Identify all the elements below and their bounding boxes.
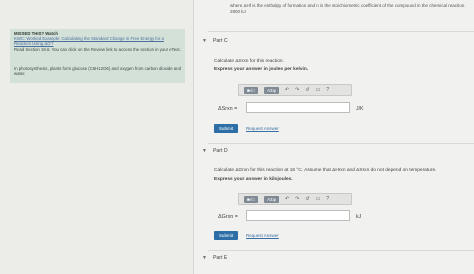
hint-link[interactable]: KWC: Worked Example: Calculating the Sta… — [14, 36, 181, 46]
top-note: where ΔHf is the enthalpy of formation a… — [230, 3, 470, 15]
part-d-header[interactable]: ▼ Part D — [202, 148, 228, 154]
top-note-text: where ΔHf is the enthalpy of formation a… — [230, 3, 466, 8]
divider — [208, 31, 474, 32]
help-icon[interactable]: ? — [326, 87, 329, 93]
part-d-question: Calculate ΔGrxn for this reaction at 16 … — [214, 168, 437, 173]
part-d-answer-label: ΔGrxn = — [218, 214, 238, 220]
part-d-answer-input[interactable] — [246, 210, 350, 221]
part-c-instruction: Express your answer in joules per kelvin… — [214, 67, 309, 72]
collapse-icon: ▼ — [202, 38, 207, 44]
part-c-answer-input[interactable] — [246, 102, 350, 113]
undo-icon[interactable]: ↶ — [285, 87, 289, 93]
reset-icon[interactable]: ↺ — [305, 196, 309, 202]
help-icon[interactable]: ? — [326, 196, 329, 202]
keyboard-icon[interactable]: ▭ — [316, 196, 321, 202]
part-c-answer-label: ΔSrxn = — [218, 106, 238, 112]
hint-text: Read Section 19.6. You can click on the … — [14, 46, 181, 52]
problem-text: In photosynthesis, plants form glucose (… — [14, 66, 181, 77]
part-e-header[interactable]: ▼ Part E — [202, 255, 227, 261]
part-c-question: Calculate ΔSrxn for this reaction. — [214, 59, 284, 64]
problem-box: In photosynthesis, plants form glucose (… — [10, 65, 185, 83]
equation-toolbar: ■√□ AΣφ ↶ ↷ ↺ ▭ ? — [238, 193, 352, 205]
part-c-unit: J/K — [356, 106, 364, 112]
part-c-label: Part C — [212, 38, 228, 44]
part-c-submit-button[interactable]: Submit — [214, 124, 238, 133]
part-d-instruction: Express your answer in kilojoules. — [214, 177, 293, 182]
templates-button[interactable]: ■√□ — [244, 195, 259, 203]
part-d-unit: kJ — [356, 214, 362, 220]
divider — [208, 143, 474, 144]
part-c-request-answer[interactable]: Request Answer — [246, 126, 279, 131]
divider — [208, 250, 474, 251]
collapse-icon: ▼ — [202, 255, 207, 261]
collapse-icon: ▼ — [202, 148, 207, 154]
reset-icon[interactable]: ↺ — [305, 87, 309, 93]
redo-icon[interactable]: ↷ — [295, 87, 299, 93]
equation-toolbar: ■√□ AΣφ ↶ ↷ ↺ ▭ ? — [238, 84, 352, 96]
part-d-submit-button[interactable]: Submit — [214, 231, 238, 240]
undo-icon[interactable]: ↶ — [285, 196, 289, 202]
templates-button[interactable]: ■√□ — [244, 86, 259, 94]
redo-icon[interactable]: ↷ — [295, 196, 299, 202]
top-value: 2800 kJ — [230, 9, 246, 14]
part-d-label: Part D — [212, 148, 228, 154]
greek-button[interactable]: AΣφ — [264, 86, 279, 94]
greek-button[interactable]: AΣφ — [264, 195, 279, 203]
part-c-header[interactable]: ▼ Part C — [202, 38, 228, 44]
right-panel: where ΔHf is the enthalpy of formation a… — [194, 0, 474, 274]
part-e-label: Part E — [212, 255, 228, 261]
left-panel: MISSED THIS? Watch KWC: Worked Example: … — [0, 0, 193, 274]
part-d-request-answer[interactable]: Request Answer — [246, 233, 279, 238]
keyboard-icon[interactable]: ▭ — [316, 87, 321, 93]
